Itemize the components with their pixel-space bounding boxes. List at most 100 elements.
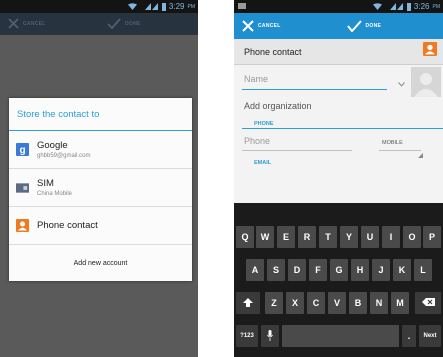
google-icon: g [16, 143, 29, 156]
add-organization-link[interactable]: Add organization [244, 101, 312, 111]
battery-icon [406, 3, 411, 11]
account-name: Phone contact [37, 220, 98, 231]
shift-arrow-icon [243, 297, 253, 309]
key-h[interactable]: H [351, 259, 369, 281]
phone-field[interactable]: Phone [244, 136, 270, 146]
key-n[interactable]: N [370, 292, 388, 314]
phone-type-underline [379, 150, 421, 151]
action-bar: CANCEL DONE [234, 13, 443, 39]
key-s[interactable]: S [267, 259, 285, 281]
keyboard-row-2: A S D F G H J K L [234, 259, 443, 283]
status-time: 3:26 [413, 2, 430, 11]
key-v[interactable]: V [328, 292, 346, 314]
account-carrier: China Mobile [37, 191, 73, 197]
status-time: 3:29 [168, 2, 185, 11]
right-phone-screen: 3:26 PM CANCEL DONE Phone contact Name A… [234, 0, 443, 357]
account-option-google[interactable]: g Google ghbb59@gmail.com [9, 131, 192, 169]
key-g[interactable]: G [330, 259, 348, 281]
close-icon [8, 18, 19, 29]
key-b[interactable]: B [349, 292, 367, 314]
phone-contact-icon [16, 219, 29, 232]
account-option-phone-contact[interactable]: Phone contact [9, 207, 192, 245]
key-j[interactable]: J [372, 259, 390, 281]
account-name: SIM [37, 178, 54, 189]
battery-icon [161, 3, 166, 11]
done-label: DONE [125, 20, 141, 27]
key-d[interactable]: D [288, 259, 306, 281]
checkmark-icon [346, 20, 362, 32]
sim-card-icon [16, 181, 29, 194]
key-r[interactable]: R [298, 226, 316, 248]
cancel-label: CANCEL [258, 23, 281, 29]
email-section-header: EMAIL [234, 157, 443, 167]
name-field[interactable]: Name [244, 74, 268, 84]
microphone-icon [267, 329, 273, 343]
key-l[interactable]: L [414, 259, 432, 281]
keyboard-row-4: ?123 . Next [234, 325, 443, 349]
name-row: Name [234, 65, 443, 97]
key-q[interactable]: Q [236, 226, 254, 248]
key-t[interactable]: T [319, 226, 337, 248]
account-header: Phone contact [234, 39, 443, 65]
status-ampm: PM [432, 3, 441, 10]
svg-text:g: g [19, 145, 25, 156]
phone-contact-icon [423, 42, 437, 61]
name-field-underline [242, 89, 387, 90]
expand-name-icon[interactable] [398, 74, 405, 92]
store-contact-dialog: Store the contact to g Google ghbb59@gma… [9, 98, 192, 281]
key-e[interactable]: E [277, 226, 295, 248]
phone-section-header: PHONE [234, 119, 443, 129]
backspace-key[interactable] [415, 292, 441, 314]
signal-icon [144, 3, 159, 10]
key-x[interactable]: X [286, 292, 304, 314]
voice-input-key[interactable] [261, 325, 279, 347]
key-i[interactable]: I [382, 226, 400, 248]
notification-icon [238, 2, 246, 11]
soft-keyboard: Q W E R T Y U I O P A S D F G H J K L Z … [234, 203, 443, 357]
done-label: DONE [365, 23, 382, 29]
backspace-icon [421, 298, 435, 308]
checkmark-icon [107, 18, 121, 29]
organization-row: Add organization [234, 95, 443, 119]
next-key[interactable]: Next [419, 325, 441, 347]
key-f[interactable]: F [309, 259, 327, 281]
key-z[interactable]: Z [265, 292, 283, 314]
account-email: ghbb59@gmail.com [37, 153, 91, 159]
action-bar: CANCEL DONE [0, 13, 198, 35]
account-header-title: Phone contact [244, 46, 302, 57]
cancel-label: CANCEL [23, 20, 46, 27]
done-button[interactable]: DONE [99, 18, 198, 29]
phone-field-underline [242, 150, 352, 151]
status-bar: 3:29 PM [0, 0, 198, 13]
add-new-account-button[interactable]: Add new account [9, 245, 192, 281]
key-w[interactable]: W [256, 226, 274, 248]
done-button[interactable]: DONE [339, 20, 443, 32]
keyboard-row-3: Z X C V B N M [234, 292, 443, 316]
account-name: Google [37, 140, 68, 151]
key-y[interactable]: Y [340, 226, 358, 248]
space-key[interactable] [282, 325, 399, 347]
status-bar: 3:26 PM [234, 0, 443, 13]
account-option-sim[interactable]: SIM China Mobile [9, 169, 192, 207]
period-key[interactable]: . [402, 325, 416, 347]
wifi-icon [372, 3, 387, 10]
key-m[interactable]: M [391, 292, 409, 314]
email-section-label: EMAIL [254, 160, 272, 166]
key-p[interactable]: P [423, 226, 441, 248]
wifi-icon [127, 3, 142, 10]
key-k[interactable]: K [393, 259, 411, 281]
key-c[interactable]: C [307, 292, 325, 314]
cancel-button[interactable]: CANCEL [234, 20, 339, 32]
key-u[interactable]: U [361, 226, 379, 248]
cancel-button[interactable]: CANCEL [0, 18, 99, 29]
key-a[interactable]: A [246, 259, 264, 281]
symbols-key[interactable]: ?123 [236, 325, 258, 347]
key-o[interactable]: O [403, 226, 421, 248]
keyboard-row-1: Q W E R T Y U I O P [234, 226, 443, 250]
phone-type-selector[interactable]: MOBILE [382, 140, 403, 146]
signal-icon [389, 3, 404, 10]
status-ampm: PM [187, 3, 196, 10]
dialog-title: Store the contact to [9, 98, 192, 131]
shift-key[interactable] [236, 292, 260, 314]
close-icon [242, 20, 254, 32]
